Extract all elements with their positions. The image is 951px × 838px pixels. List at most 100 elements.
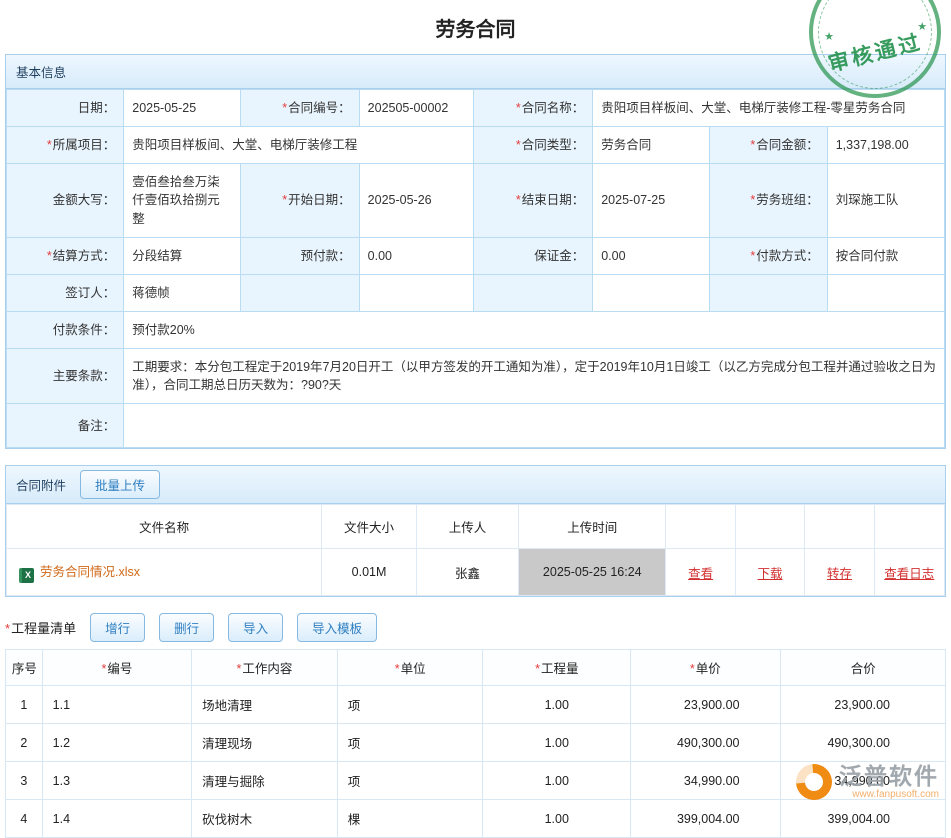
value-contract-amount: 1,337,198.00 (827, 127, 944, 164)
value-advance-payment: 0.00 (359, 237, 473, 274)
label-signer: 签订人： (7, 274, 124, 311)
boq-row: 3 1.3 清理与掘除 项 1.00 34,990.00 34,990.00 (6, 762, 946, 800)
label-main-clauses: 主要条款： (7, 349, 124, 404)
empty-label-cell (240, 274, 359, 311)
cell-work-content: 清理现场 (192, 724, 338, 762)
cell-seq: 1 (6, 686, 43, 724)
col-action-empty (735, 505, 804, 549)
col-unit: *单位 (337, 650, 483, 686)
attachments-header-row: 文件名称 文件大小 上传人 上传时间 (7, 505, 945, 549)
col-label: 序号 (12, 662, 37, 676)
file-name-link[interactable]: 劳务合同情况.xlsx (40, 565, 140, 579)
label-contract-type: *合同类型： (474, 127, 593, 164)
cell-quantity: 1.00 (483, 724, 631, 762)
cell-unit: 棵 (337, 800, 483, 838)
field-label: 劳务班组： (756, 193, 819, 207)
label-contract-amount: *合同金额： (709, 127, 827, 164)
cell-code: 1.3 (42, 762, 191, 800)
col-action-empty (874, 505, 944, 549)
transfer-link[interactable]: 转存 (827, 567, 852, 581)
basic-row-3: 金额大写： 壹佰叁拾叁万柒仟壹佰玖拾捌元整 *开始日期： 2025-05-26 … (7, 164, 945, 237)
value-contract-number: 202505-00002 (359, 90, 473, 127)
field-label: 开始日期： (288, 193, 351, 207)
value-remarks (124, 404, 945, 448)
field-label: 备注： (78, 419, 116, 433)
empty-label-cell (709, 274, 827, 311)
cell-seq: 4 (6, 800, 43, 838)
view-log-link[interactable]: 查看日志 (884, 567, 934, 581)
basic-info-header: 基本信息 (6, 55, 945, 89)
cell-total-price: 34,990.00 (780, 762, 945, 800)
cell-total-price: 399,004.00 (780, 800, 945, 838)
download-link[interactable]: 下载 (758, 567, 783, 581)
cell-unit-price: 23,900.00 (631, 686, 780, 724)
col-upload-time: 上传时间 (519, 505, 666, 549)
basic-row-5: 签订人： 蒋德帧 (7, 274, 945, 311)
action-cell: 转存 (805, 549, 874, 596)
cell-total-price: 490,300.00 (780, 724, 945, 762)
field-label: 结算方式： (53, 249, 116, 263)
field-label: 结束日期： (522, 193, 585, 207)
attachments-title: 合同附件 (16, 475, 66, 494)
delete-row-button[interactable]: 删行 (159, 613, 214, 642)
cell-unit: 项 (337, 686, 483, 724)
basic-row-2: *所属项目： 贵阳项目样板间、大堂、电梯厅装修工程 *合同类型： 劳务合同 *合… (7, 127, 945, 164)
empty-value-cell (827, 274, 944, 311)
basic-info-section: 基本信息 日期： 2025-05-25 *合同编号： 202505-00002 … (5, 54, 946, 449)
basic-info-title: 基本信息 (16, 62, 66, 81)
label-contract-number: *合同编号： (240, 90, 359, 127)
action-cell: 查看日志 (874, 549, 944, 596)
boq-row: 2 1.2 清理现场 项 1.00 490,300.00 490,300.00 (6, 724, 946, 762)
cell-seq: 2 (6, 724, 43, 762)
cell-unit-price: 399,004.00 (631, 800, 780, 838)
col-total-price: 合价 (780, 650, 945, 686)
cell-code: 1.2 (42, 724, 191, 762)
value-contract-name: 贵阳项目样板间、大堂、电梯厅装修工程-零星劳务合同 (593, 90, 945, 127)
attachment-row: X劳务合同情况.xlsx 0.01M 张鑫 2025-05-25 16:24 查… (7, 549, 945, 596)
attachments-table: 文件名称 文件大小 上传人 上传时间 X劳务合同情况.xlsx 0.01M 张鑫… (6, 504, 945, 596)
cell-code: 1.1 (42, 686, 191, 724)
boq-section: *工程量清单 增行 删行 导入 导入模板 序号 *编号 *工作内容 *单位 *工… (0, 613, 951, 838)
import-template-button[interactable]: 导入模板 (297, 613, 377, 642)
action-cell: 查看 (666, 549, 735, 596)
import-button[interactable]: 导入 (228, 613, 283, 642)
empty-value-cell (593, 274, 709, 311)
value-main-clauses: 工期要求：本分包工程定于2019年7月20日开工（以甲方签发的开工通知为准），定… (124, 349, 945, 404)
label-payment-terms: 付款条件： (7, 311, 124, 348)
label-start-date: *开始日期： (240, 164, 359, 237)
required-asterisk: * (282, 101, 287, 115)
cell-unit: 项 (337, 724, 483, 762)
field-label: 所属项目： (53, 138, 116, 152)
view-link[interactable]: 查看 (688, 567, 713, 581)
file-uploader: 张鑫 (416, 549, 518, 596)
col-work-content: *工作内容 (192, 650, 338, 686)
cell-work-content: 清理与掘除 (192, 762, 338, 800)
col-label: 工程量 (541, 662, 579, 676)
excel-file-icon: X (19, 568, 34, 583)
value-start-date: 2025-05-26 (359, 164, 473, 237)
cell-quantity: 1.00 (483, 800, 631, 838)
batch-upload-button[interactable]: 批量上传 (80, 470, 160, 499)
cell-quantity: 1.00 (483, 686, 631, 724)
value-date: 2025-05-25 (124, 90, 240, 127)
label-payment-method: *付款方式： (709, 237, 827, 274)
cell-code: 1.4 (42, 800, 191, 838)
file-name-cell: X 劳务合同情况.xlsx (7, 549, 322, 596)
field-label: 金额大写： (53, 193, 116, 207)
field-label: 合同编号： (288, 101, 351, 115)
field-label: 预付款： (301, 249, 351, 263)
boq-toolbar: *工程量清单 增行 删行 导入 导入模板 (5, 613, 946, 642)
basic-row-6: 付款条件： 预付款20% (7, 311, 945, 348)
required-asterisk: * (750, 193, 755, 207)
required-asterisk: * (516, 138, 521, 152)
attachments-header: 合同附件 批量上传 (6, 466, 945, 504)
col-quantity: *工程量 (483, 650, 631, 686)
required-asterisk: * (516, 193, 521, 207)
label-project: *所属项目： (7, 127, 124, 164)
add-row-button[interactable]: 增行 (90, 613, 145, 642)
required-asterisk: * (750, 249, 755, 263)
field-label: 签订人： (65, 286, 115, 300)
value-contract-type: 劳务合同 (593, 127, 709, 164)
boq-row: 1 1.1 场地清理 项 1.00 23,900.00 23,900.00 (6, 686, 946, 724)
value-payment-terms: 预付款20% (124, 311, 945, 348)
